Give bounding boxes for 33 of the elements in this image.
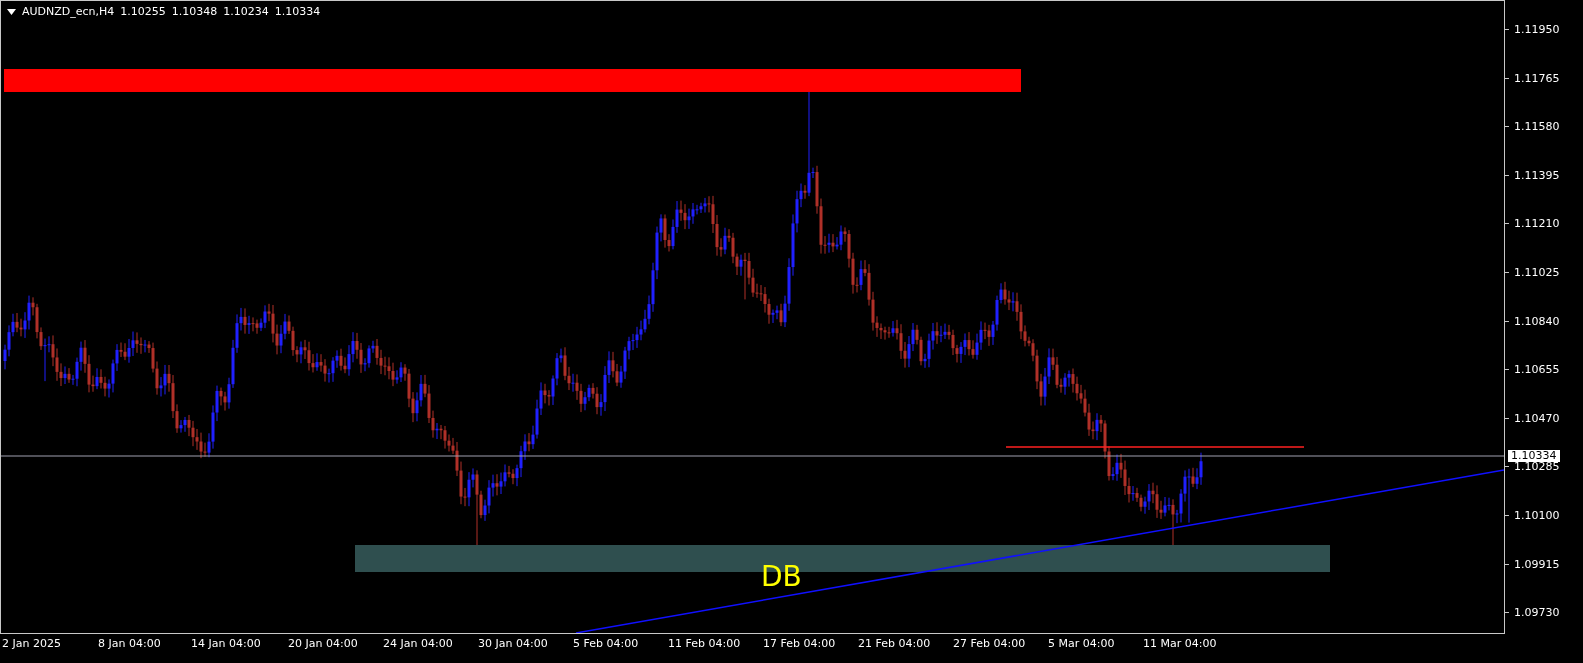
symbol-label: AUDNZD_ecn,H4	[22, 5, 115, 18]
time-axis-label: 20 Jan 04:00	[288, 637, 358, 650]
close-price: 1.10334	[274, 5, 321, 18]
time-axis-label: 17 Feb 04:00	[763, 637, 836, 650]
time-axis-label: 27 Feb 04:00	[953, 637, 1026, 650]
price-axis-label: 1.09730	[1514, 605, 1560, 619]
price-axis-label: 1.10285	[1514, 459, 1560, 473]
high-price: 1.10348	[171, 5, 218, 18]
price-axis-label: 1.10840	[1514, 314, 1560, 328]
current-price-label: 1.10334	[1508, 450, 1560, 462]
time-axis-label: 5 Feb 04:00	[573, 637, 639, 650]
time-axis-label: 24 Jan 04:00	[383, 637, 453, 650]
time-axis-label: 11 Feb 04:00	[668, 637, 741, 650]
time-axis-label: 2 Jan 2025	[2, 637, 61, 650]
price-axis-label: 1.11765	[1514, 71, 1560, 85]
price-axis-label: 1.10100	[1514, 508, 1560, 522]
price-axis-label: 1.11210	[1514, 216, 1560, 230]
price-axis-label: 1.11395	[1514, 168, 1560, 182]
price-axis-label: 1.11950	[1514, 22, 1560, 36]
time-axis-label: 30 Jan 04:00	[478, 637, 548, 650]
price-axis-label: 1.10470	[1514, 411, 1560, 425]
price-axis-label: 1.09915	[1514, 557, 1560, 571]
price-axis-label: 1.11580	[1514, 119, 1560, 133]
time-axis-label: 5 Mar 04:00	[1048, 637, 1115, 650]
open-price: 1.10255	[120, 5, 166, 18]
price-axis-label: 1.11025	[1514, 265, 1560, 279]
low-price: 1.10234	[223, 5, 269, 18]
time-axis-label: 21 Feb 04:00	[858, 637, 931, 650]
time-axis-label: 11 Mar 04:00	[1143, 637, 1217, 650]
time-axis-label: 14 Jan 04:00	[191, 637, 261, 650]
price-axis-label: 1.10655	[1514, 362, 1560, 376]
time-axis-label: 8 Jan 04:00	[98, 637, 161, 650]
zone-label: DB	[761, 560, 802, 593]
